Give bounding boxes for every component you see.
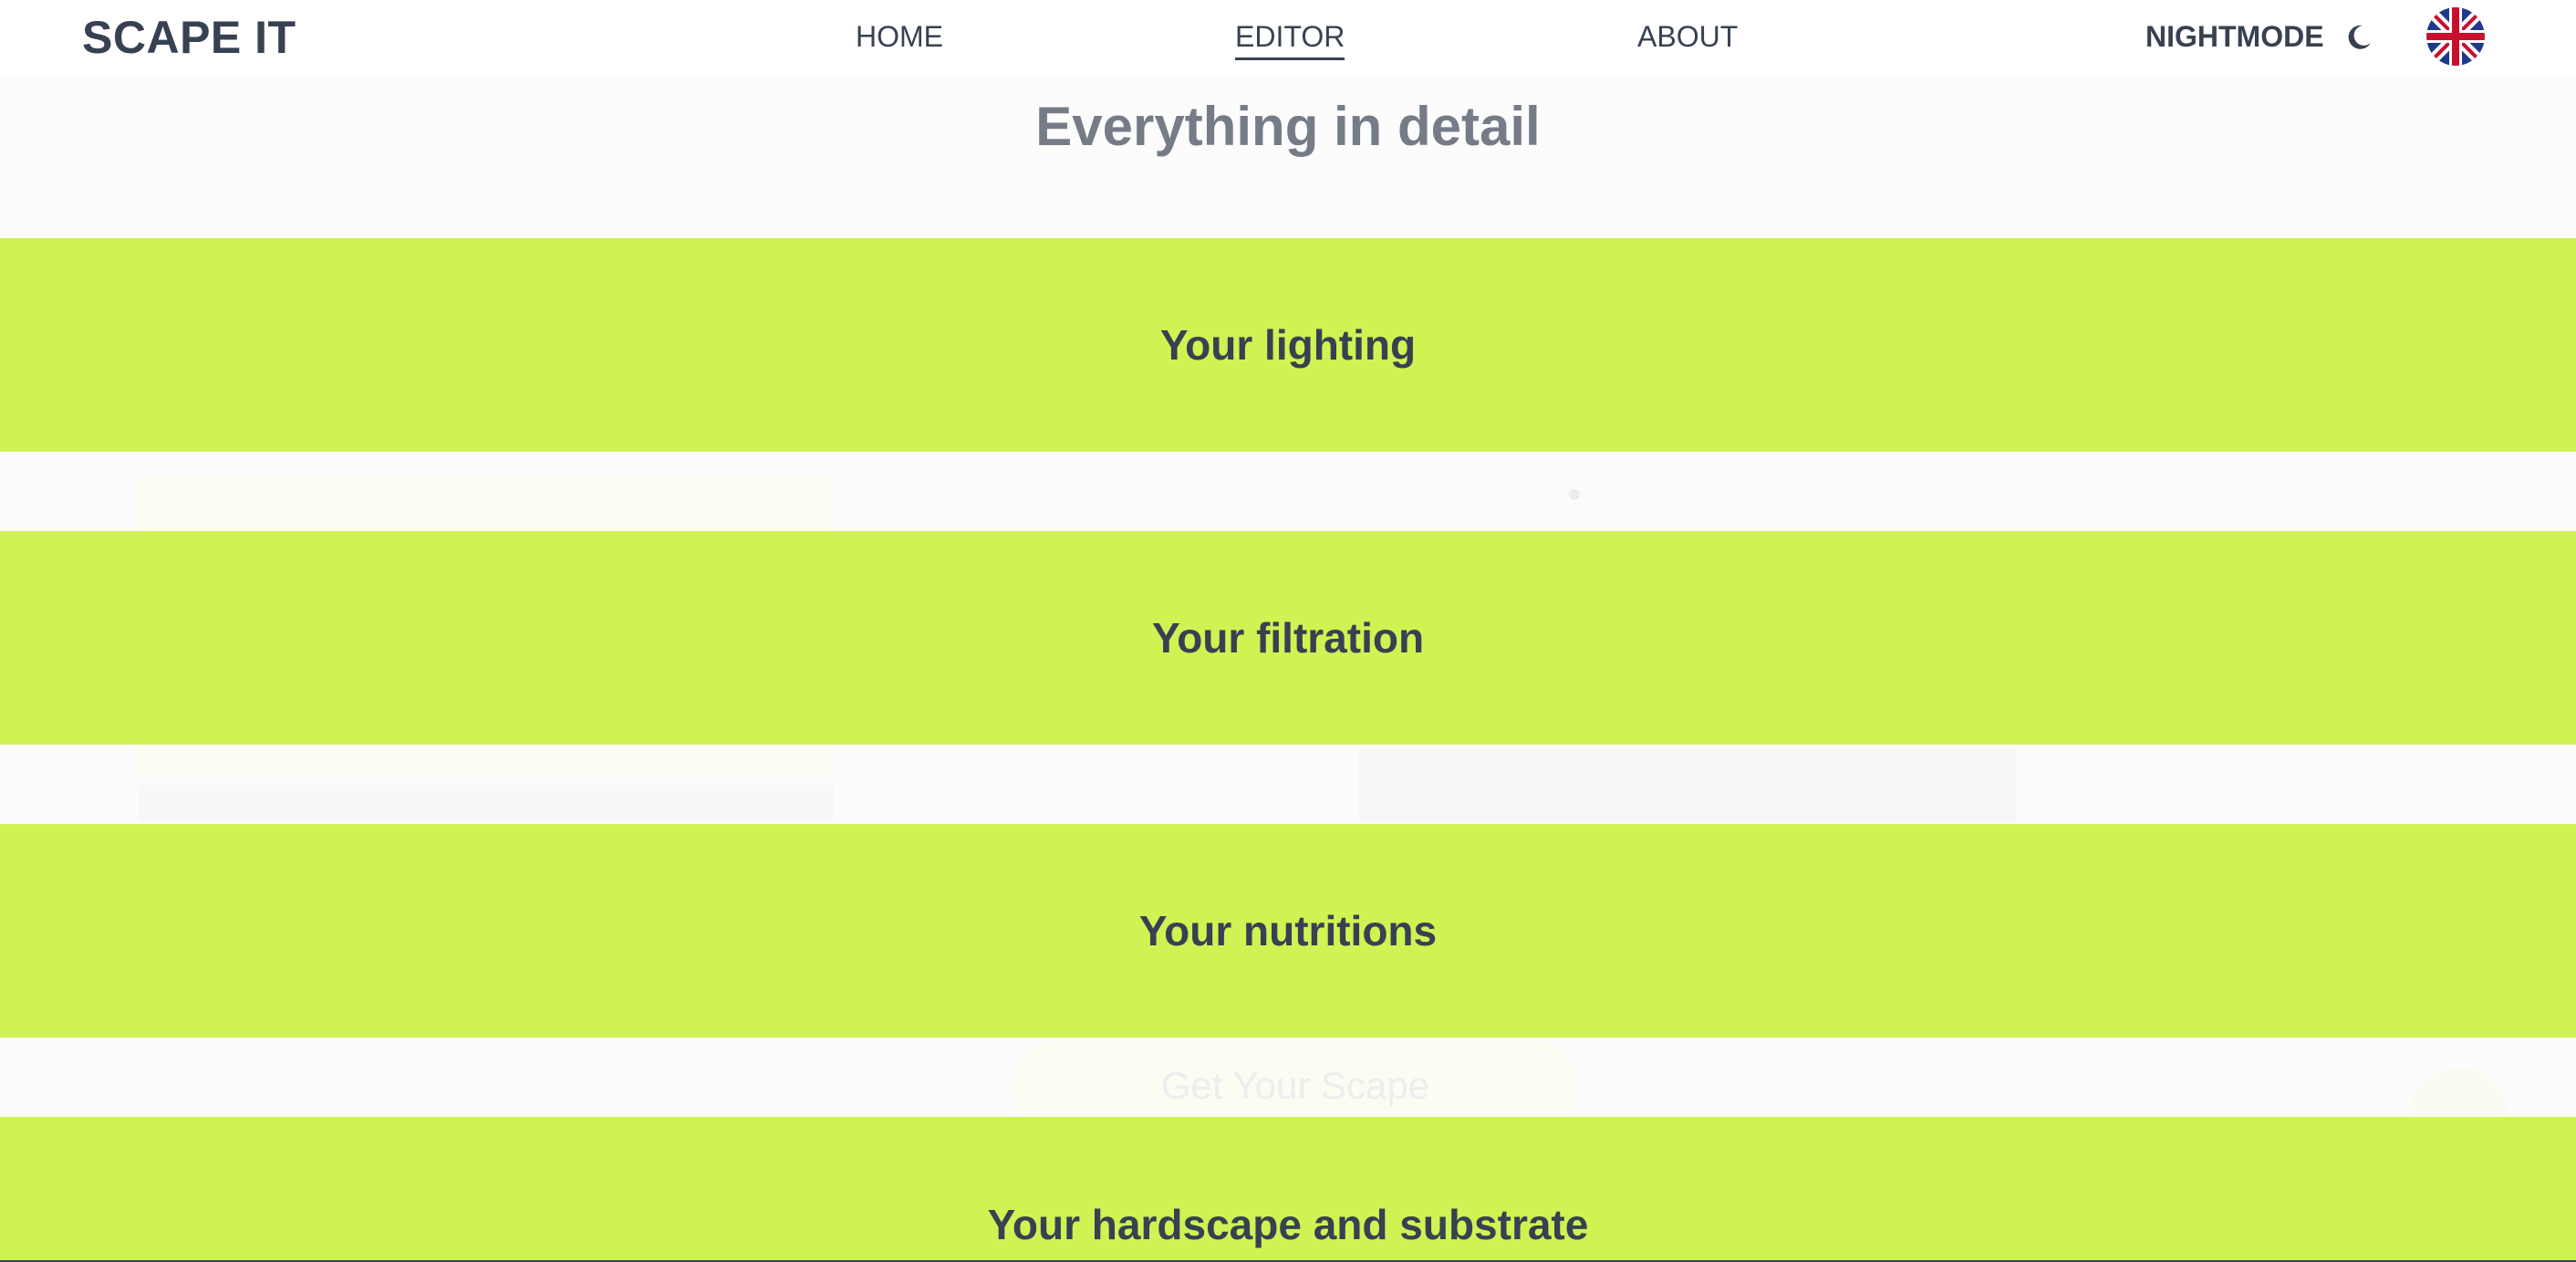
- page: Get Your Scape Everything in detail Your…: [0, 0, 2576, 1262]
- nav-about[interactable]: ABOUT: [1637, 20, 1738, 54]
- faded-dot: [1569, 489, 1580, 500]
- section-filtration[interactable]: Your filtration: [0, 531, 2576, 745]
- logo[interactable]: SCAPE IT: [82, 11, 296, 64]
- section-nutritions[interactable]: Your nutritions: [0, 824, 2576, 1038]
- section-hardscape-label: Your hardscape and substrate: [987, 1201, 1589, 1248]
- nightmode-toggle[interactable]: NIGHTMODE: [2145, 20, 2373, 54]
- moon-icon: [2348, 25, 2371, 49]
- faded-aquarium-box: [1359, 748, 2016, 821]
- nightmode-label: NIGHTMODE: [2145, 20, 2324, 53]
- section-lighting-label: Your lighting: [1159, 321, 1417, 369]
- nav-editor[interactable]: EDITOR: [1235, 20, 1345, 60]
- page-title: Everything in detail: [1035, 96, 1541, 157]
- uk-flag-icon[interactable]: [2426, 7, 2485, 66]
- section-lighting[interactable]: Your lighting: [0, 238, 2576, 452]
- top-navbar: SCAPE IT HOME EDITOR ABOUT NIGHTMODE: [0, 0, 2576, 75]
- section-hardscape[interactable]: Your hardscape and substrate: [0, 1117, 2576, 1262]
- section-filtration-label: Your filtration: [1151, 614, 1425, 662]
- nav-home[interactable]: HOME: [856, 20, 943, 54]
- faded-editor-panel-footer: [139, 785, 834, 821]
- section-nutritions-label: Your nutritions: [1138, 907, 1438, 954]
